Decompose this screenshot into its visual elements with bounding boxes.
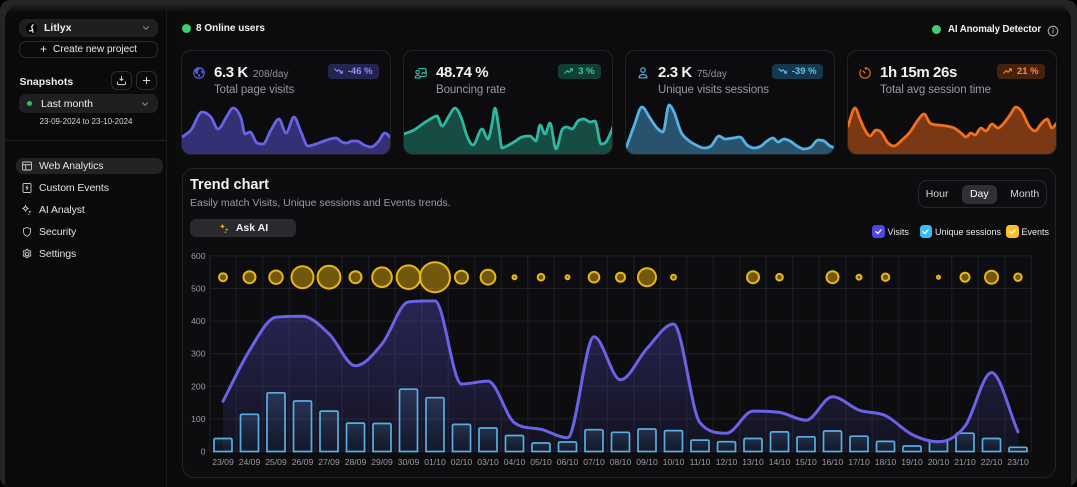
svg-text:28/09: 28/09: [345, 457, 367, 467]
svg-text:30/09: 30/09: [398, 457, 420, 467]
svg-text:09/10: 09/10: [636, 457, 658, 467]
svg-text:06/10: 06/10: [557, 457, 579, 467]
svg-text:05/10: 05/10: [530, 457, 552, 467]
svg-text:07/10: 07/10: [583, 457, 605, 467]
svg-text:16/10: 16/10: [822, 457, 844, 467]
svg-text:21/10: 21/10: [954, 457, 976, 467]
svg-text:20/10: 20/10: [928, 457, 950, 467]
svg-text:27/09: 27/09: [318, 457, 340, 467]
svg-text:0: 0: [201, 447, 206, 457]
svg-text:18/10: 18/10: [875, 457, 897, 467]
svg-text:29/09: 29/09: [371, 457, 393, 467]
svg-text:17/10: 17/10: [848, 457, 870, 467]
svg-text:26/09: 26/09: [292, 457, 314, 467]
svg-text:04/10: 04/10: [504, 457, 526, 467]
svg-text:200: 200: [191, 381, 206, 391]
svg-text:25/09: 25/09: [265, 457, 287, 467]
svg-text:19/10: 19/10: [901, 457, 923, 467]
svg-text:10/10: 10/10: [663, 457, 685, 467]
svg-text:12/10: 12/10: [716, 457, 738, 467]
svg-text:23/09: 23/09: [212, 457, 234, 467]
svg-text:14/10: 14/10: [769, 457, 791, 467]
svg-text:24/09: 24/09: [239, 457, 261, 467]
svg-text:300: 300: [191, 349, 206, 359]
svg-text:03/10: 03/10: [477, 457, 499, 467]
svg-text:23/10: 23/10: [1007, 457, 1029, 467]
svg-text:22/10: 22/10: [981, 457, 1003, 467]
svg-text:15/10: 15/10: [795, 457, 817, 467]
svg-text:11/10: 11/10: [690, 457, 711, 467]
svg-text:500: 500: [191, 284, 206, 294]
svg-text:600: 600: [191, 251, 206, 261]
svg-text:01/10: 01/10: [424, 457, 446, 467]
svg-text:13/10: 13/10: [742, 457, 764, 467]
svg-text:100: 100: [191, 414, 206, 424]
svg-text:400: 400: [191, 316, 206, 326]
svg-text:02/10: 02/10: [451, 457, 473, 467]
svg-text:08/10: 08/10: [610, 457, 632, 467]
